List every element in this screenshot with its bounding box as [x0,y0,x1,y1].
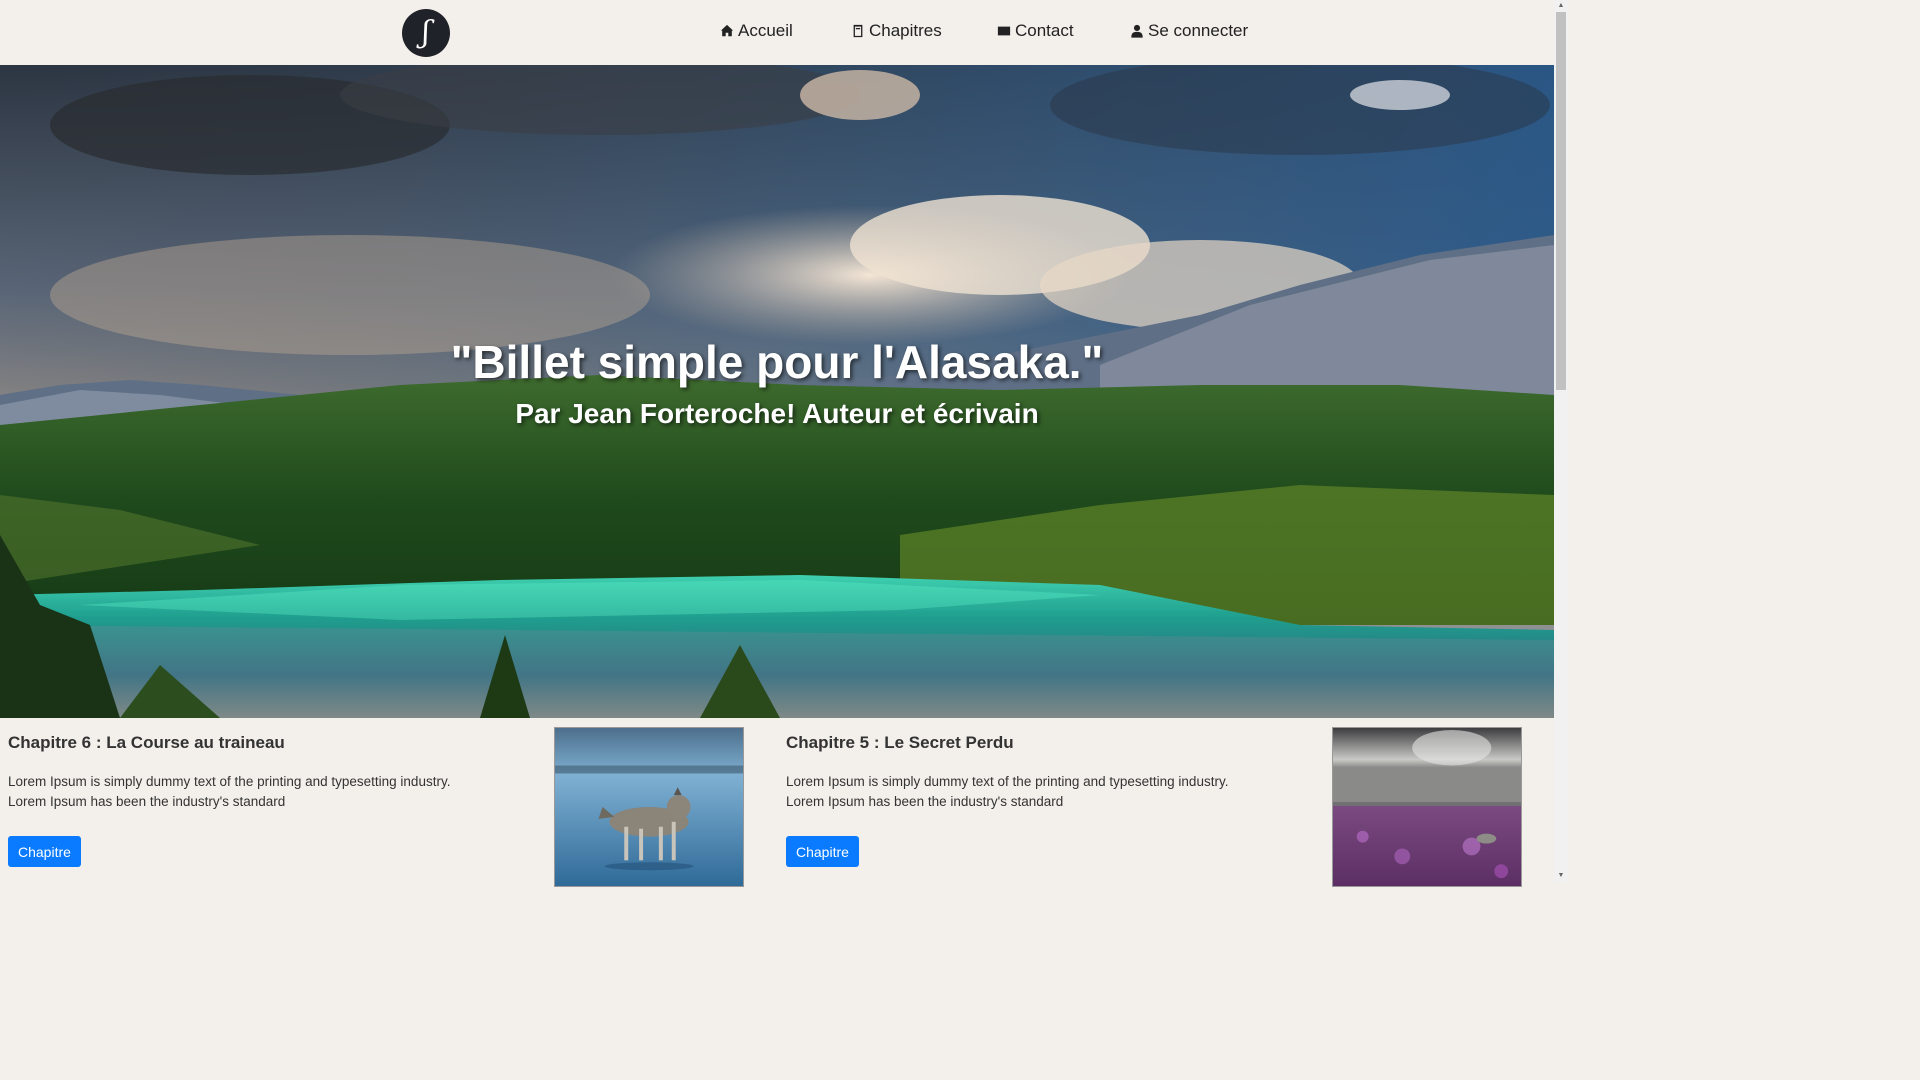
flower-field-image [1333,728,1521,886]
scroll-up-icon[interactable]: ▲ [1554,0,1568,12]
chapter-button[interactable]: Chapitre [786,836,859,867]
hero-banner: "Billet simple pour l'Alasaka." Par Jean… [0,65,1554,718]
page-scrollbar[interactable]: ▲ ▼ [1554,0,1568,882]
nav-item-login[interactable]: Se connecter [1130,21,1248,41]
chapter-title: Chapitre 5 : Le Secret Perdu [786,733,1014,752]
nav-login-label: Se connecter [1148,21,1249,40]
chapter-title: Chapitre 6 : La Course au traineau [8,733,285,752]
chapter-thumbnail[interactable] [1332,727,1522,887]
navbar: ʃ Accueil Chapitres Contact Se connecter [0,0,1554,65]
home-icon [720,24,734,37]
user-icon [1131,24,1143,38]
nav-item-home[interactable]: Accueil [720,21,793,41]
nav-item-contact[interactable]: Contact [997,21,1074,41]
logo-letter: ʃ [421,15,431,50]
chapter-thumbnail[interactable] [554,727,744,887]
chapter-excerpt: Lorem Ipsum is simply dummy text of the … [8,774,451,809]
nav-contact-label: Contact [1015,21,1074,40]
scrollbar-thumb[interactable] [1556,12,1566,390]
hero-subtitle: Par Jean Forteroche! Auteur et écrivain [515,398,1039,429]
book-icon [853,24,863,38]
chapter-excerpt: Lorem Ipsum is simply dummy text of the … [786,774,1229,809]
chapter-button[interactable]: Chapitre [8,836,81,867]
nav-home-label: Accueil [738,21,793,40]
envelope-icon [997,26,1011,36]
nav-item-chapters[interactable]: Chapitres [851,21,942,41]
scroll-down-icon[interactable]: ▼ [1554,870,1568,882]
hero-landscape-image [0,65,1554,718]
husky-image [555,728,743,886]
site-logo[interactable]: ʃ [402,9,450,57]
hero-title: "Billet simple pour l'Alasaka." [450,336,1104,388]
nav-chapters-label: Chapitres [869,21,942,40]
